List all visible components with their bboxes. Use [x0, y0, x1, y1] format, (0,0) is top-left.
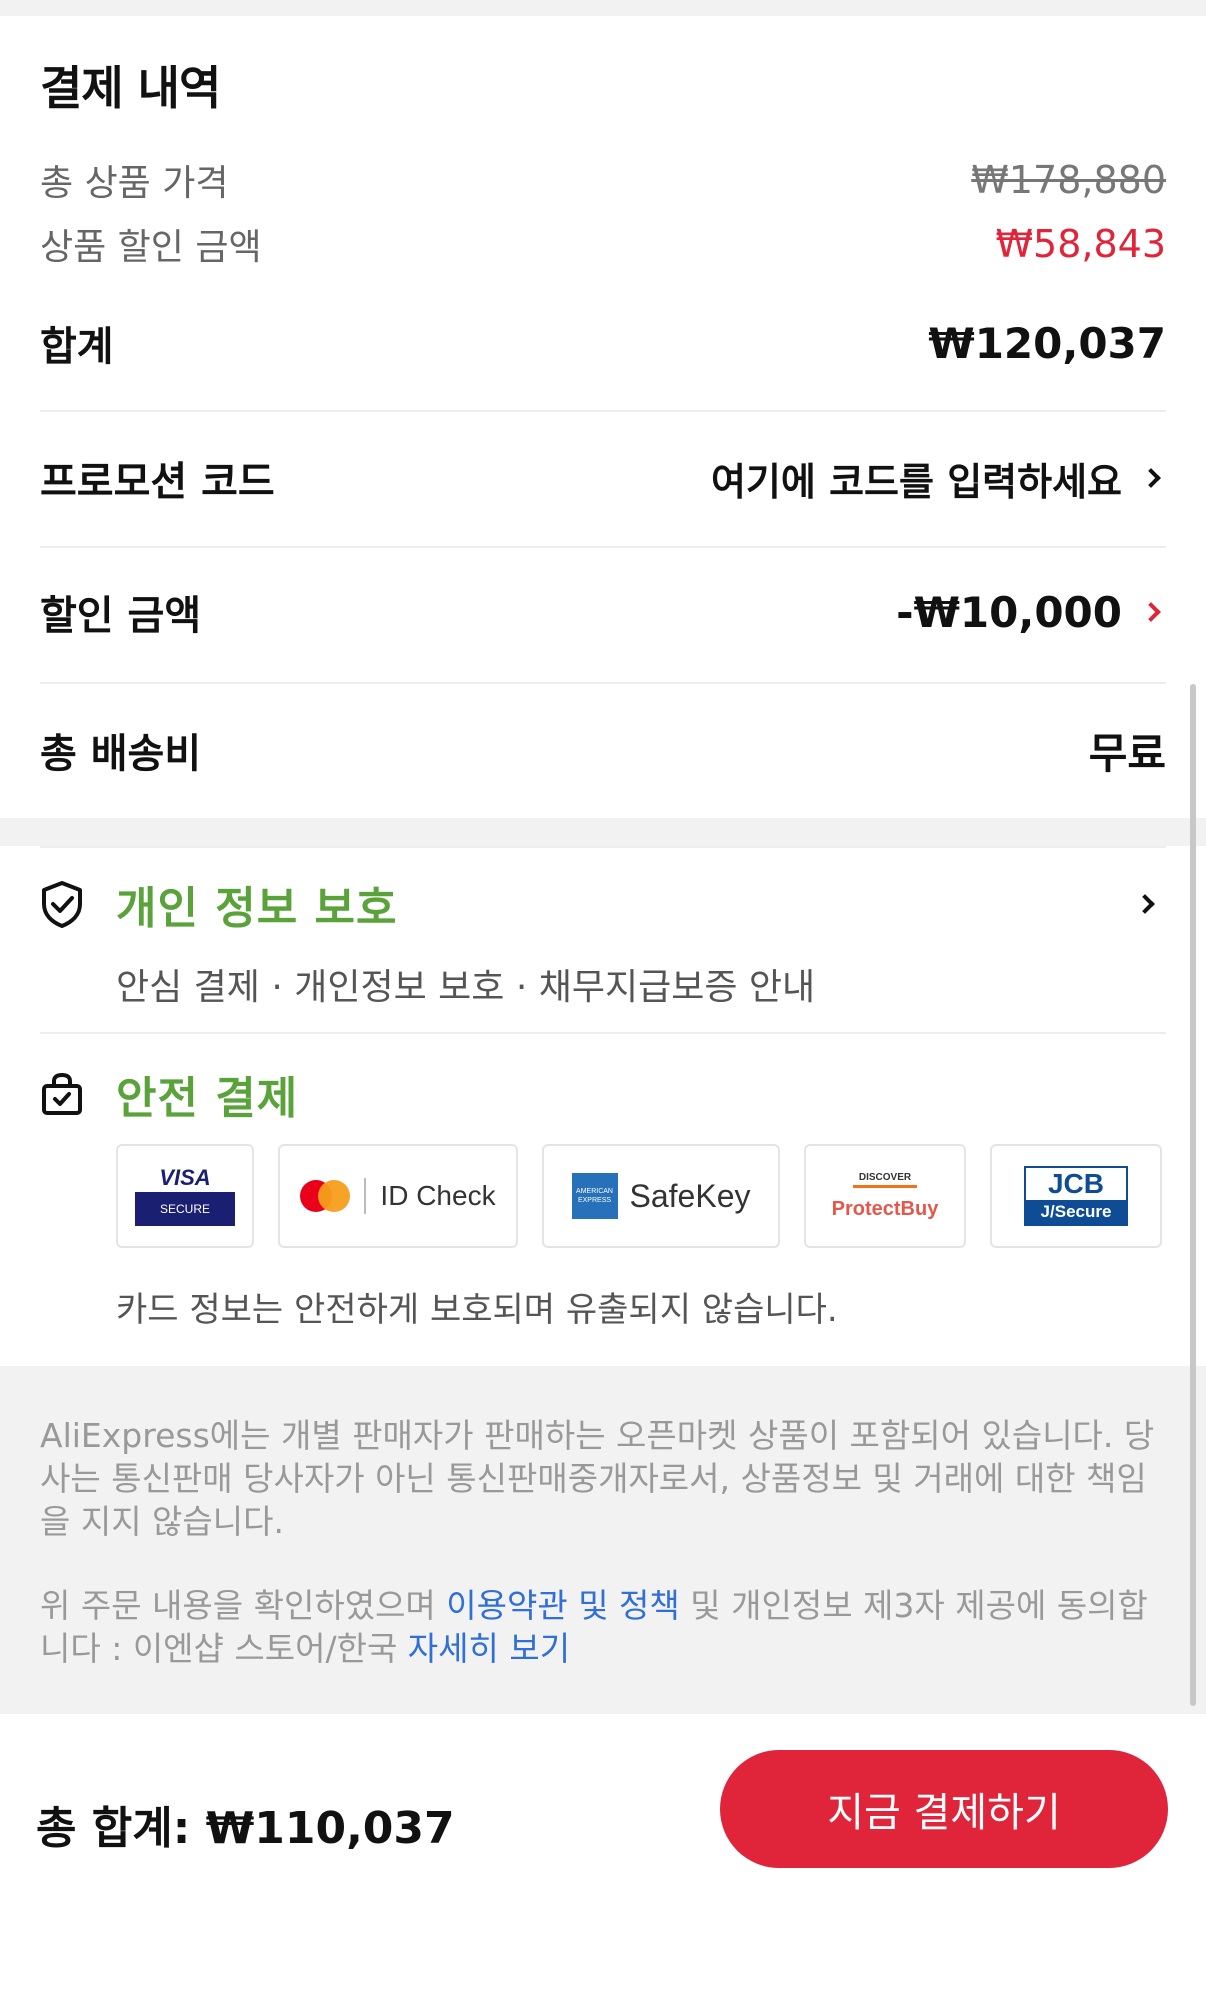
chevron-right-icon[interactable]	[1135, 894, 1155, 914]
promo-code-row[interactable]: 프로모션 코드 여기에 코드를 입력하세요	[40, 440, 1166, 516]
grand-total: 총 합계: ₩110,037	[36, 1792, 455, 1856]
privacy-protection-row[interactable]: 개인 정보 보호	[40, 872, 1166, 936]
terms-policy-link[interactable]: 이용약관 및 정책	[446, 1586, 680, 1625]
discount-entry[interactable]: -₩10,000	[896, 588, 1166, 637]
subtotal-row: 합계 ₩120,037	[40, 308, 1166, 378]
jcb-wordmark: JCB	[1047, 1168, 1104, 1199]
payment-summary-title: 결제 내역	[40, 61, 221, 115]
promo-code-label: 프로모션 코드	[40, 459, 275, 505]
product-total-label: 총 상품 가격	[40, 163, 229, 204]
checkout-page: 결제 내역 총 상품 가격 ₩178,880 상품 할인 금액 ₩58,843 …	[0, 0, 1206, 2008]
product-discount-label: 상품 할인 금액	[40, 227, 262, 268]
amex-safekey-logo: AMERICAN EXPRESS SafeKey	[542, 1144, 780, 1248]
amex-icon: AMERICAN EXPRESS	[571, 1173, 618, 1219]
shipping-row: 총 배송비 무료	[40, 712, 1166, 788]
divider	[40, 546, 1166, 548]
divider	[40, 1032, 1166, 1034]
amex-label: SafeKey	[629, 1177, 751, 1214]
consent-text: 위 주문 내용을 확인하였으며 이용약관 및 정책 및 개인정보 제3자 제공에…	[40, 1584, 1170, 1670]
mastercard-icon	[300, 1180, 351, 1212]
checkout-bottom-bar: 총 합계: ₩110,037 지금 결제하기	[0, 1714, 1206, 2008]
jcb-label: J/Secure	[1026, 1200, 1126, 1224]
consent-text-start: 위 주문 내용을 확인하였으며	[40, 1586, 447, 1625]
product-total-value: ₩178,880	[971, 158, 1166, 202]
privacy-header: 개인 정보 보호	[40, 872, 398, 936]
divider	[40, 410, 1166, 412]
jcb-jsecure-logo: JCB J/Secure	[990, 1144, 1162, 1248]
shipping-label: 총 배송비	[40, 731, 202, 777]
top-strip	[0, 0, 1206, 16]
mastercard-label: ID Check	[380, 1180, 496, 1211]
view-details-link[interactable]: 자세히 보기	[408, 1629, 570, 1668]
discover-protectbuy-logo: DISCOVER ProtectBuy	[804, 1144, 966, 1248]
card-security-logos: VISA SECURE ID Check AMERICAN EXPRESS Sa…	[116, 1144, 1162, 1248]
subtotal-value: ₩120,037	[928, 318, 1166, 368]
visa-secure-band: SECURE	[135, 1192, 235, 1226]
divider	[40, 682, 1166, 684]
visa-logo-icon: VISA SECURE	[135, 1164, 235, 1228]
chevron-right-icon	[1141, 468, 1161, 488]
mastercard-idcheck-logo: ID Check	[278, 1144, 518, 1248]
shipping-value: 무료	[1088, 728, 1166, 778]
marketplace-disclaimer: AliExpress에는 개별 판매자가 판매하는 오픈마켓 상품이 포함되어 …	[40, 1416, 1155, 1541]
grand-total-value: ₩110,037	[205, 1803, 455, 1854]
product-discount-row: 상품 할인 금액 ₩58,843	[40, 214, 1166, 274]
scrollbar[interactable]	[1190, 684, 1196, 1706]
privacy-title: 개인 정보 보호	[116, 883, 398, 934]
chevron-right-icon	[1141, 602, 1161, 622]
card-security-note: 카드 정보는 안전하게 보호되며 유출되지 않습니다.	[116, 1290, 838, 1330]
pay-now-button[interactable]: 지금 결제하기	[720, 1750, 1168, 1868]
discover-label: ProtectBuy	[831, 1197, 939, 1220]
grand-total-label: 총 합계:	[36, 1803, 191, 1854]
discover-icon: DISCOVER	[852, 1172, 918, 1188]
promo-code-entry[interactable]: 여기에 코드를 입력하세요	[711, 451, 1166, 506]
secure-payment-title: 안전 결제	[116, 1073, 299, 1124]
product-total-row: 총 상품 가격 ₩178,880	[40, 150, 1166, 210]
legal-disclaimer: AliExpress에는 개별 판매자가 판매하는 오픈마켓 상품이 포함되어 …	[0, 1366, 1206, 1714]
visa-secure-logo: VISA SECURE	[116, 1144, 254, 1248]
product-discount-value: ₩58,843	[995, 222, 1166, 266]
jcb-icon: JCB J/Secure	[1024, 1166, 1128, 1226]
shield-check-icon	[42, 881, 82, 928]
discount-value: -₩10,000	[896, 587, 1122, 637]
secure-bag-icon	[42, 1072, 82, 1115]
promo-code-placeholder: 여기에 코드를 입력하세요	[710, 459, 1122, 504]
discount-row[interactable]: 할인 금액 -₩10,000	[40, 574, 1166, 650]
discount-label: 할인 금액	[40, 593, 202, 639]
visa-wordmark: VISA	[159, 1165, 211, 1190]
privacy-subtitle: 안심 결제 · 개인정보 보호 · 채무지급보증 안내	[116, 967, 816, 1008]
subtotal-label: 합계	[40, 324, 114, 370]
divider	[40, 846, 1166, 848]
section-separator	[0, 818, 1206, 846]
secure-payment-header: 안전 결제	[40, 1062, 298, 1126]
